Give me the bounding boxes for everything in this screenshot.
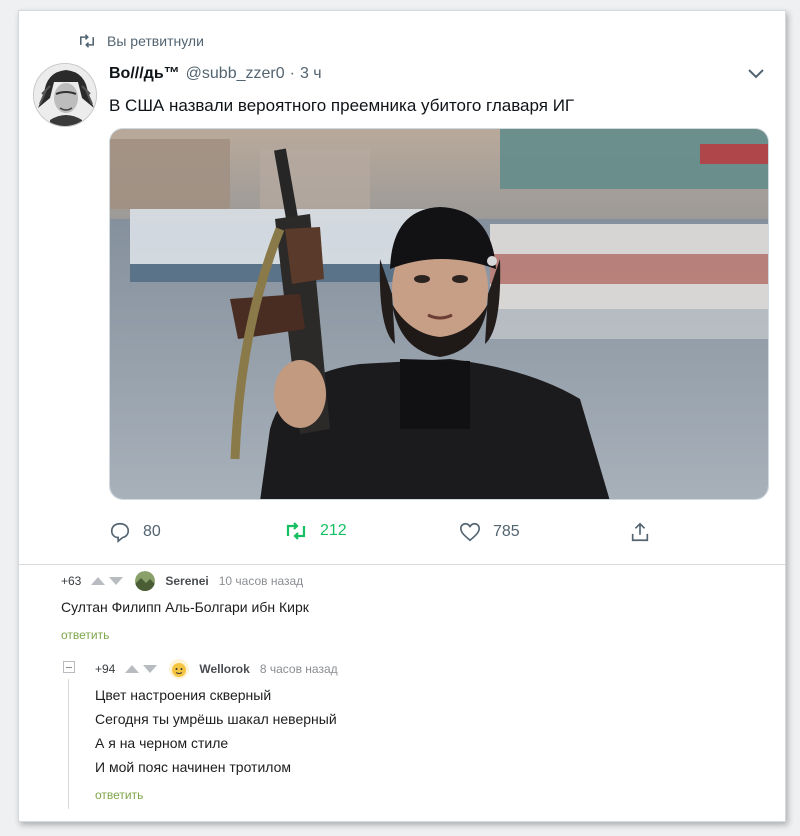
landscape-avatar-icon <box>135 571 156 591</box>
retweet-active-icon <box>286 522 306 540</box>
comment-text: Цвет настроения скверный Сегодня ты умрё… <box>95 683 337 779</box>
retweet-count: 212 <box>320 522 347 539</box>
author-handle[interactable]: @subb_zzer0 <box>186 65 285 83</box>
section-divider <box>19 564 785 565</box>
screenshot-card: Вы ретвитнули Во///дь™ @subb_zzer0 · 3 ч… <box>18 10 786 822</box>
retweet-indicator: Вы ретвитнули <box>77 33 204 49</box>
reply-link[interactable]: ответить <box>61 628 109 642</box>
commenter-name[interactable]: Wellorok <box>199 662 249 676</box>
comment-time: 10 часов назад <box>218 574 304 588</box>
author-avatar[interactable] <box>33 63 97 127</box>
commenter-name[interactable]: Serenei <box>165 574 208 588</box>
commenter-avatar[interactable] <box>169 659 190 679</box>
like-count: 785 <box>493 523 520 540</box>
comment-meta: +63 Serenei 10 часов назад <box>61 571 303 591</box>
comment-line: А я на черном стиле <box>95 735 229 751</box>
upvote-icon[interactable] <box>125 665 140 673</box>
tweet-header: Во///дь™ @subb_zzer0 · 3 ч <box>109 65 322 83</box>
comment-line: И мой пояс начинен тротилом <box>95 759 292 775</box>
comment-meta: +94 Wellorok 8 часов назад <box>95 659 338 679</box>
tweet-photo[interactable] <box>109 128 769 500</box>
collapse-thread-button[interactable] <box>63 661 75 673</box>
comment-rating: +94 <box>95 662 116 676</box>
thread-line <box>68 679 69 809</box>
photo-man-with-rifle <box>110 129 768 499</box>
heart-icon <box>460 522 480 542</box>
comment-line: Сегодня ты умрёшь шакал неверный <box>95 711 337 727</box>
tweet-text: В США назвали вероятного преемника убито… <box>109 96 575 115</box>
chief-portrait-avatar <box>34 64 96 126</box>
tweet-actions: 80 212 785 <box>109 521 669 549</box>
comment-line: Султан Филипп Аль-Болгари ибн Кирк <box>61 599 309 615</box>
chevron-down-icon[interactable] <box>747 68 765 80</box>
separator-dot: · <box>289 65 295 82</box>
author-name[interactable]: Во///дь™ <box>109 65 180 83</box>
comment-rating: +63 <box>61 574 82 588</box>
downvote-icon[interactable] <box>143 665 158 673</box>
comment-text: Султан Филипп Аль-Болгари ибн Кирк <box>61 595 309 619</box>
retweet-label: Вы ретвитнули <box>107 33 204 49</box>
share-icon <box>631 522 649 542</box>
retweet-icon <box>80 34 94 48</box>
retweet-button[interactable]: 212 <box>284 521 347 541</box>
reply-count: 80 <box>143 523 161 540</box>
like-button[interactable]: 785 <box>459 521 520 543</box>
vote-controls <box>125 665 161 673</box>
reply-button[interactable]: 80 <box>109 521 161 543</box>
downvote-icon[interactable] <box>109 577 124 585</box>
reply-icon <box>110 522 130 543</box>
cartoon-avatar-icon <box>169 659 190 679</box>
tweet-timestamp[interactable]: 3 ч <box>300 65 322 83</box>
upvote-icon[interactable] <box>91 577 106 585</box>
share-button[interactable] <box>629 521 663 543</box>
reply-link[interactable]: ответить <box>95 788 143 802</box>
comment-line: Цвет настроения скверный <box>95 687 272 703</box>
vote-controls <box>91 577 127 585</box>
commenter-avatar[interactable] <box>135 571 156 591</box>
comment-time: 8 часов назад <box>259 662 338 676</box>
